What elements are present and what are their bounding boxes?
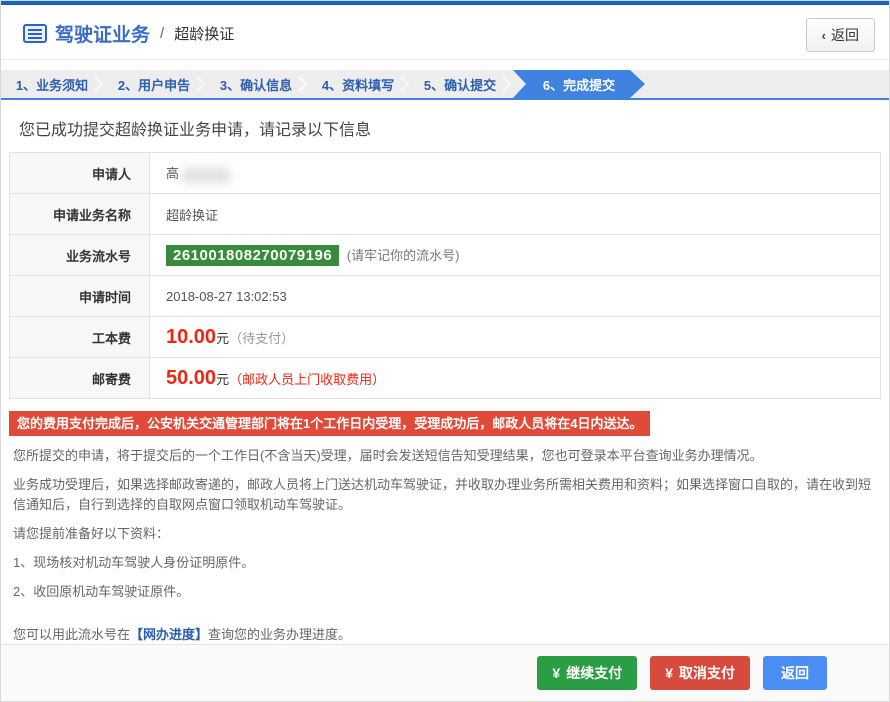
progress-suffix: 查询您的业务办理进度。 bbox=[208, 627, 351, 642]
header-back-label: 返回 bbox=[831, 25, 859, 45]
fee-amount: 10.00 bbox=[166, 326, 216, 348]
continue-pay-label: 继续支付 bbox=[566, 663, 622, 683]
step-5-confirm-submit[interactable]: 5、确认提交 bbox=[409, 70, 511, 98]
yen-icon: ¥ bbox=[552, 665, 560, 681]
step-4-fill-materials[interactable]: 4、资料填写 bbox=[307, 70, 409, 98]
progress-prefix: 您可以用此流水号在 bbox=[13, 627, 130, 642]
step-3-confirm-info[interactable]: 3、确认信息 bbox=[205, 70, 307, 98]
applicant-label: 申请人 bbox=[10, 153, 150, 194]
list-card-icon bbox=[23, 24, 47, 43]
page-container: 驾驶证业务 / 超龄换证 ‹ 返回 1、业务须知 2、用户申告 3、确认信息 4… bbox=[0, 0, 890, 702]
header-back-button[interactable]: ‹ 返回 bbox=[806, 18, 875, 52]
applicant-value-cell: 高 bbox=[150, 153, 881, 194]
table-row-fee: 工本费 10.00元（待支付） bbox=[10, 317, 881, 358]
payment-warning-banner: 您的费用支付完成后，公安机关交通管理部门将在1个工作日内受理，受理成功后，邮政人… bbox=[9, 411, 650, 436]
notice-paragraph: 您所提交的申请，将于提交后的一个工作日(不含当天)受理，届时会发送短信告知受理结… bbox=[13, 446, 877, 466]
step-6-complete-submit[interactable]: 6、完成提交 bbox=[513, 70, 645, 98]
serial-label: 业务流水号 bbox=[10, 235, 150, 276]
postage-note: （邮政人员上门收取费用） bbox=[229, 372, 385, 387]
notice-paragraph: 1、现场核对机动车驾驶人身份证明原件。 bbox=[13, 553, 877, 573]
postage-unit: 元 bbox=[216, 372, 229, 387]
step-wizard: 1、业务须知 2、用户申告 3、确认信息 4、资料填写 5、确认提交 6、完成提… bbox=[1, 70, 889, 100]
yen-icon: ¥ bbox=[665, 665, 673, 681]
postage-label: 邮寄费 bbox=[10, 358, 150, 399]
breadcrumb-current: 超龄换证 bbox=[174, 23, 234, 44]
applicant-name-redacted bbox=[182, 168, 230, 183]
fee-value-cell: 10.00元（待支付） bbox=[150, 317, 881, 358]
step-2-user-declaration[interactable]: 2、用户申告 bbox=[103, 70, 205, 98]
fee-unit: 元 bbox=[216, 331, 229, 346]
serial-number-badge: 261001808270079196 bbox=[166, 245, 339, 266]
breadcrumb: 驾驶证业务 / 超龄换证 bbox=[23, 20, 875, 47]
action-footer: ¥ 继续支付 ¥ 取消支付 返回 bbox=[1, 644, 889, 701]
apply-time-value: 2018-08-27 13:02:53 bbox=[150, 276, 881, 317]
breadcrumb-separator: / bbox=[160, 25, 164, 42]
cancel-pay-button[interactable]: ¥ 取消支付 bbox=[650, 656, 750, 690]
service-value: 超龄换证 bbox=[150, 194, 881, 235]
notice-paragraph: 2、收回原机动车驾驶证原件。 bbox=[13, 582, 877, 602]
step-1-business-notice[interactable]: 1、业务须知 bbox=[1, 70, 103, 98]
table-row-serial: 业务流水号 261001808270079196 (请牢记你的流水号) bbox=[10, 235, 881, 276]
apply-time-label: 申请时间 bbox=[10, 276, 150, 317]
serial-value-cell: 261001808270079196 (请牢记你的流水号) bbox=[150, 235, 881, 276]
table-row-applicant: 申请人 高 bbox=[10, 153, 881, 194]
notice-paragraph: 业务成功受理后，如果选择邮政寄递的，邮政人员将上门送达机动车驾驶证，并收取办理业… bbox=[13, 475, 877, 515]
table-row-postage: 邮寄费 50.00元（邮政人员上门收取费用） bbox=[10, 358, 881, 399]
continue-pay-button[interactable]: ¥ 继续支付 bbox=[537, 656, 637, 690]
progress-query-line: 您可以用此流水号在【网办进度】查询您的业务办理进度。 bbox=[9, 624, 881, 643]
success-message: 您已成功提交超龄换证业务申请，请记录以下信息 bbox=[19, 116, 881, 140]
fee-note: （待支付） bbox=[229, 331, 294, 346]
result-info-table: 申请人 高 申请业务名称 超龄换证 业务流水号 2610018082700791… bbox=[9, 152, 881, 399]
fee-label: 工本费 bbox=[10, 317, 150, 358]
step-bar-filler bbox=[645, 70, 889, 98]
applicant-name: 高 bbox=[166, 166, 179, 181]
cancel-pay-label: 取消支付 bbox=[679, 663, 735, 683]
table-row-apply-time: 申请时间 2018-08-27 13:02:53 bbox=[10, 276, 881, 317]
progress-link[interactable]: 【网办进度】 bbox=[130, 627, 208, 642]
page-header: 驾驶证业务 / 超龄换证 ‹ 返回 bbox=[1, 5, 889, 60]
notice-paragraph: 请您提前准备好以下资料： bbox=[13, 524, 877, 544]
chevron-left-icon: ‹ bbox=[822, 28, 826, 43]
postage-amount: 50.00 bbox=[166, 367, 216, 389]
main-content: 您已成功提交超龄换证业务申请，请记录以下信息 申请人 高 申请业务名称 超龄换证… bbox=[1, 100, 889, 644]
notice-paragraphs: 您所提交的申请，将于提交后的一个工作日(不含当天)受理，届时会发送短信告知受理结… bbox=[9, 446, 881, 602]
footer-back-button[interactable]: 返回 bbox=[763, 656, 827, 690]
service-label: 申请业务名称 bbox=[10, 194, 150, 235]
footer-back-label: 返回 bbox=[781, 663, 809, 683]
postage-value-cell: 50.00元（邮政人员上门收取费用） bbox=[150, 358, 881, 399]
table-row-service: 申请业务名称 超龄换证 bbox=[10, 194, 881, 235]
page-title: 驾驶证业务 bbox=[55, 20, 150, 47]
serial-note: (请牢记你的流水号) bbox=[347, 248, 460, 263]
